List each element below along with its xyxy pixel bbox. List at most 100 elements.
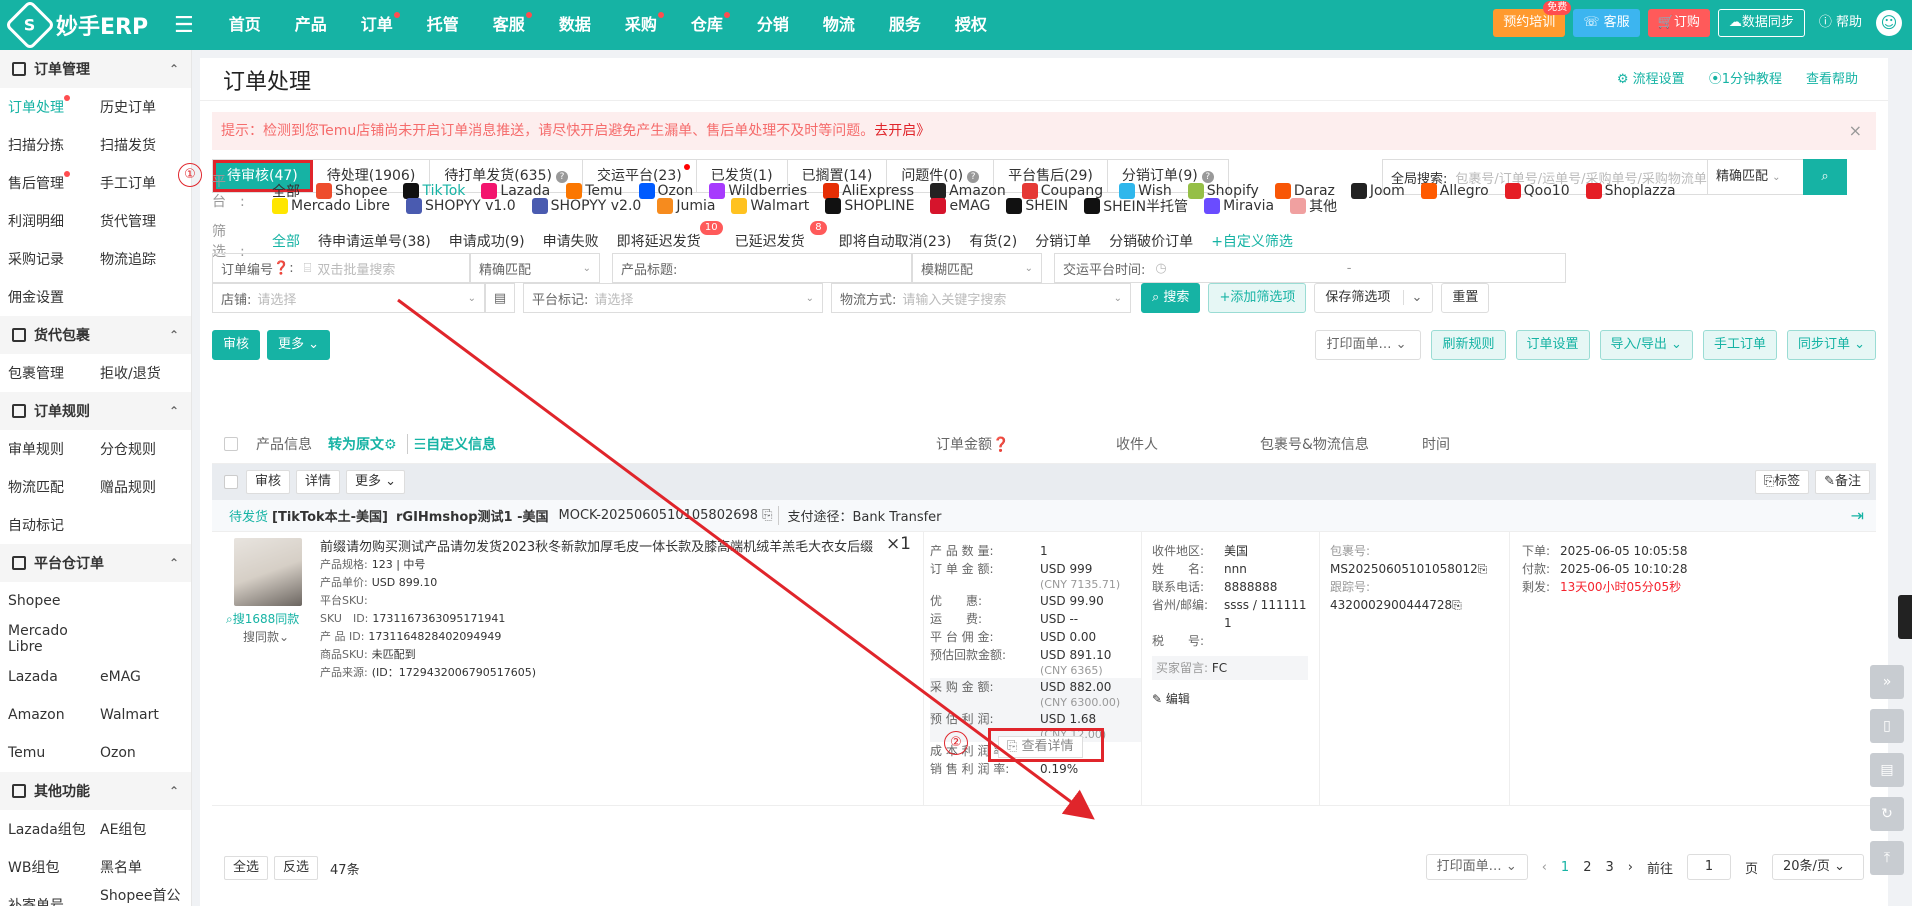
flow-settings-link[interactable]: ⚙ 流程设置 — [1617, 68, 1685, 87]
row-detail-button[interactable]: 详情 — [296, 470, 341, 494]
platform-mark-select[interactable]: 平台标记: 请选择 ⌄ — [523, 283, 823, 313]
product-title[interactable]: 前缀请勿购买测试产品请勿发货2023秋冬新款加厚毛皮一体长款及膝高端机绒羊羔毛大… — [320, 536, 873, 555]
search-same-link[interactable]: 搜同款⌄ — [243, 628, 289, 645]
nav-0[interactable]: 首页 — [212, 0, 278, 50]
sidebar-item[interactable]: Temu — [0, 745, 92, 761]
package-number[interactable]: MS20250605101058012⎘ — [1330, 560, 1509, 578]
platform-item[interactable]: Allegro — [1420, 183, 1489, 199]
close-icon[interactable]: × — [1849, 112, 1862, 150]
sidebar-item[interactable]: Amazon — [0, 707, 92, 723]
sidebar-item[interactable]: 物流追踪 — [92, 249, 184, 269]
nav-3[interactable]: 托管 — [410, 0, 476, 50]
sidebar-item[interactable]: 自动标记 — [0, 515, 92, 535]
sidebar-item[interactable]: Walmart — [92, 707, 184, 723]
nav-1[interactable]: 产品 — [278, 0, 344, 50]
import-export-button[interactable]: 导入/导出 ⌄ — [1599, 330, 1693, 360]
platform-item[interactable]: Miravia — [1204, 198, 1274, 214]
sidebar-item[interactable]: 利润明细 — [0, 211, 92, 231]
product-title-field[interactable]: 产品标题: — [612, 253, 912, 283]
platform-item[interactable]: Jumia — [657, 198, 715, 214]
nav-2[interactable]: 订单 — [344, 0, 410, 50]
sidebar-item[interactable]: 扫描发货 — [92, 135, 184, 155]
sidebar-item[interactable]: Shopee首公里 — [92, 885, 184, 906]
page-input[interactable]: 1 — [1686, 854, 1731, 880]
sidebar-group[interactable]: 订单管理 ⌃ — [0, 50, 191, 88]
brand-logo[interactable]: S 妙手ERP — [0, 0, 200, 51]
select-all-button[interactable]: 全选 — [224, 856, 269, 880]
platform-item[interactable]: SHOPYY v2.0 — [531, 198, 641, 214]
platform-item[interactable]: SHOPYY v1.0 — [405, 198, 516, 214]
avatar[interactable]: ☺ — [1876, 10, 1902, 36]
edit-receiver-button[interactable]: ✎ 编辑 — [1152, 690, 1319, 707]
sidebar-item[interactable]: 佣金设置 — [0, 287, 92, 307]
footer-print-select[interactable]: 打印面单… ⌄ — [1425, 854, 1528, 880]
platform-item[interactable]: 其他 — [1290, 196, 1337, 216]
title-match-select[interactable]: 模糊匹配 ⌄ — [912, 253, 1042, 283]
row-audit-button[interactable]: 审核 — [246, 470, 291, 494]
copy-icon[interactable]: ⎘ — [762, 508, 772, 523]
print-select[interactable]: 打印面单… ⌄ — [1315, 330, 1422, 360]
translate-toggle[interactable]: 转为原文⚙ — [328, 434, 397, 454]
row-more-button[interactable]: 更多 ⌄ — [346, 470, 406, 494]
order-no-match-select[interactable]: 精确匹配 ⌄ — [470, 253, 600, 283]
sidebar-group[interactable]: 货代包裹 ⌃ — [0, 316, 191, 354]
subscribe-button[interactable]: 🛒订购 — [1647, 9, 1710, 37]
filter-item[interactable]: 即将自动取消(23) — [839, 231, 952, 251]
sidebar-item[interactable]: 包裹管理 — [0, 363, 92, 383]
sidebar-item[interactable]: 审单规则 — [0, 439, 92, 459]
platform-item[interactable]: SHEIN — [1006, 198, 1068, 214]
nav-8[interactable]: 分销 — [740, 0, 806, 50]
sidebar-item[interactable]: 物流匹配 — [0, 477, 92, 497]
notes-icon[interactable]: ▤ — [1870, 753, 1904, 787]
filter-item[interactable]: 待申请运单号(38) — [318, 231, 431, 251]
expand-icon[interactable]: ⇥ — [1851, 506, 1864, 525]
sidebar-item[interactable]: 赠品规则 — [92, 477, 184, 497]
platform-item[interactable]: Walmart — [731, 198, 809, 214]
page-1[interactable]: 1 — [1561, 860, 1569, 875]
platform-item[interactable]: SHOPLINE — [825, 198, 914, 214]
platform-item[interactable]: Mercado Libre — [272, 198, 390, 214]
row-checkbox[interactable] — [224, 475, 238, 489]
filter-item[interactable]: 即将延迟发货 10 — [617, 221, 723, 251]
add-filter-button[interactable]: +添加筛选项 — [1208, 283, 1307, 313]
tag-button[interactable]: ⎘标签 — [1754, 470, 1810, 494]
page-size-select[interactable]: 20条/页 ⌄ — [1772, 854, 1864, 880]
product-thumbnail[interactable] — [234, 538, 302, 606]
sidebar-group[interactable]: 其他功能 ⌃ — [0, 772, 191, 810]
platform-item[interactable]: eMAG — [930, 198, 990, 214]
save-filter-button[interactable]: 保存筛选项 ⌄ — [1314, 283, 1434, 313]
filter-item[interactable]: 申请失败 — [543, 231, 599, 251]
nav-11[interactable]: 授权 — [938, 0, 1004, 50]
sidebar-item[interactable]: 补寄单号 — [0, 895, 92, 906]
data-sync-button[interactable]: ☁数据同步 — [1717, 9, 1805, 37]
sidebar-group[interactable]: 平台仓订单 ⌃ — [0, 544, 191, 582]
reset-button[interactable]: 重置 — [1441, 283, 1490, 313]
sidebar-item[interactable]: eMAG — [92, 669, 184, 685]
sidebar-group[interactable]: 订单规则 ⌃ — [0, 392, 191, 430]
sidebar-item[interactable]: Shopee — [0, 593, 92, 609]
side-drawer-tab[interactable] — [1898, 595, 1912, 639]
manual-order-button[interactable]: 手工订单 — [1702, 330, 1777, 360]
order-settings-button[interactable]: 订单设置 — [1515, 330, 1590, 360]
sidebar-item[interactable]: 扫描分拣 — [0, 135, 92, 155]
filter-item[interactable]: 分销订单 — [1035, 231, 1091, 251]
match-select[interactable]: 精确匹配 ⌄ — [1707, 160, 1803, 194]
help-button[interactable]: ⓘ 帮助 — [1813, 9, 1868, 37]
filter-item[interactable]: 申请成功(9) — [449, 231, 525, 251]
search-button[interactable]: ⌕ 搜索 — [1141, 283, 1201, 313]
mobile-icon[interactable]: ▯ — [1870, 709, 1904, 743]
help-link[interactable]: 查看帮助 — [1806, 68, 1858, 87]
page-2[interactable]: 2 — [1583, 860, 1591, 875]
refresh-icon[interactable]: ↻ — [1870, 797, 1904, 831]
refresh-rules-button[interactable]: 刷新规则 — [1431, 330, 1506, 360]
sidebar-item[interactable]: 售后管理 — [0, 171, 92, 193]
custom-filter-link[interactable]: +自定义筛选 — [1211, 231, 1293, 251]
filter-item[interactable]: 分销破价订单 — [1109, 231, 1193, 251]
sidebar-item[interactable]: AE组包 — [92, 819, 184, 839]
nav-10[interactable]: 服务 — [872, 0, 938, 50]
select-all-checkbox[interactable] — [224, 436, 238, 451]
nav-6[interactable]: 采购 — [608, 0, 674, 50]
prev-page-icon[interactable]: ‹ — [1542, 860, 1547, 875]
back-to-top-icon[interactable]: ⤒ — [1870, 841, 1904, 875]
nav-4[interactable]: 客服 — [476, 0, 542, 50]
